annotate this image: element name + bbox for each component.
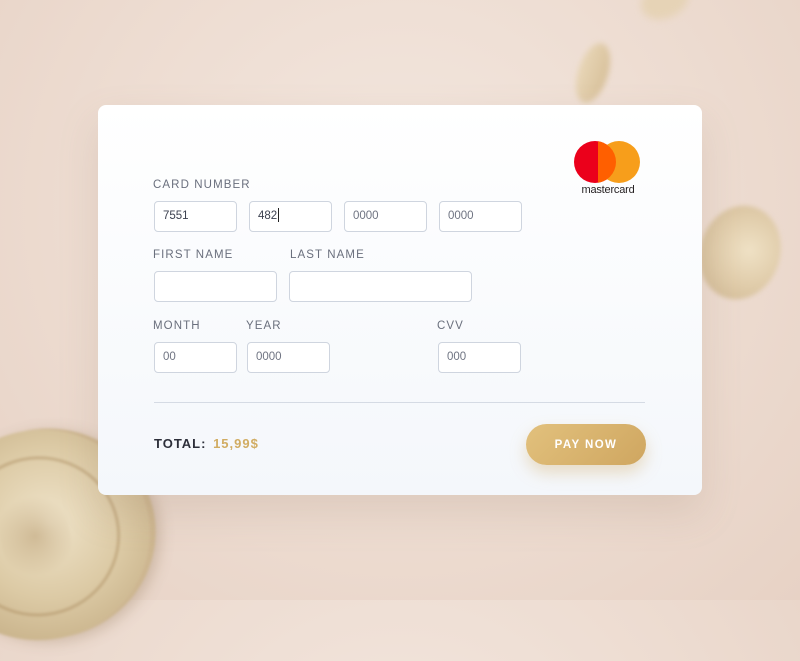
background-coin (687, 194, 793, 311)
total-amount: 15,99$ (213, 436, 259, 451)
year-input[interactable]: 0000 (247, 342, 330, 373)
payment-card-form: mastercard CARD NUMBER 7551 482 0000 000… (98, 105, 702, 495)
divider (154, 402, 645, 403)
last-name-label: LAST NAME (290, 249, 365, 261)
year-label: YEAR (246, 320, 282, 332)
text-caret (278, 207, 280, 222)
background-coin (634, 0, 696, 27)
card-number-group-4-input[interactable]: 0000 (439, 201, 522, 232)
background-coin (569, 38, 617, 108)
card-number-group-2-input[interactable]: 482 (249, 201, 332, 232)
mastercard-logo: mastercard (572, 141, 642, 197)
cvv-label: CVV (437, 320, 464, 332)
card-number-label: CARD NUMBER (153, 179, 251, 191)
last-name-input[interactable] (289, 271, 472, 302)
cvv-input[interactable]: 000 (438, 342, 521, 373)
mastercard-overlap-icon (598, 141, 616, 183)
pay-now-button[interactable]: PAY NOW (526, 424, 646, 465)
month-input[interactable]: 00 (154, 342, 237, 373)
card-number-group-1-input[interactable]: 7551 (154, 201, 237, 232)
first-name-label: FIRST NAME (153, 249, 234, 261)
first-name-input[interactable] (154, 271, 277, 302)
month-label: MONTH (153, 320, 201, 332)
card-number-group-3-input[interactable]: 0000 (344, 201, 427, 232)
total-label: TOTAL: (154, 436, 207, 451)
mastercard-wordmark: mastercard (581, 184, 635, 196)
total-summary: TOTAL: 15,99$ (154, 436, 259, 451)
card-number-group-2-value: 482 (258, 210, 278, 222)
